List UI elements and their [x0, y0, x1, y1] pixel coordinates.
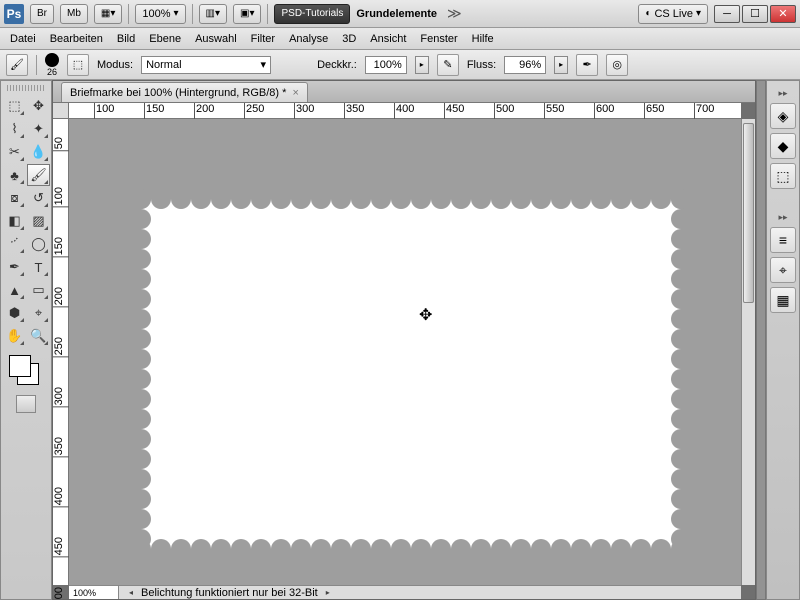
3d-tool[interactable]: ⬢: [3, 302, 26, 324]
menu-filter[interactable]: Filter: [251, 33, 275, 45]
canvas-viewport[interactable]: ✥: [69, 119, 741, 585]
bridge-button[interactable]: Br: [30, 4, 54, 24]
eyedropper-tool[interactable]: 💧: [27, 141, 50, 163]
styles-panel-icon[interactable]: ⌖: [770, 257, 796, 283]
type-tool[interactable]: T: [27, 256, 50, 278]
paths-panel-icon[interactable]: ⬚: [770, 163, 796, 189]
toolbox-grip[interactable]: [7, 85, 45, 91]
brush-tool[interactable]: 🖌: [27, 164, 50, 186]
crop-tool[interactable]: ✂: [3, 141, 26, 163]
document-area: Briefmarke bei 100% (Hintergrund, RGB/8)…: [52, 80, 756, 600]
gradient-tool[interactable]: ▨: [27, 210, 50, 232]
status-bar: 100% ◂ Belichtung funktioniert nur bei 3…: [69, 585, 741, 599]
3dcamera-tool[interactable]: ⌖: [27, 302, 50, 324]
opacity-pressure-toggle[interactable]: ✎: [437, 54, 459, 76]
flow-flyout[interactable]: ▸: [554, 56, 568, 74]
menu-3d[interactable]: 3D: [342, 33, 356, 45]
opacity-flyout[interactable]: ▸: [415, 56, 429, 74]
status-text: Belichtung funktioniert nur bei 32-Bit: [141, 587, 318, 599]
shape-tool[interactable]: ▭: [27, 279, 50, 301]
dock-collapse-button[interactable]: ▸▸: [771, 87, 795, 99]
menu-analyse[interactable]: Analyse: [289, 33, 328, 45]
menu-auswahl[interactable]: Auswahl: [195, 33, 237, 45]
menu-bearbeiten[interactable]: Bearbeiten: [50, 33, 103, 45]
adjustments-panel-icon[interactable]: ≡: [770, 227, 796, 253]
ps-logo-icon: Ps: [4, 4, 24, 24]
wand-tool[interactable]: ✦: [27, 118, 50, 140]
status-left-arrow[interactable]: ◂: [125, 587, 137, 599]
ruler-origin[interactable]: [53, 103, 69, 119]
blend-mode-select[interactable]: Normal▾: [141, 56, 271, 74]
dodge-tool[interactable]: ◯: [27, 233, 50, 255]
brush-preset-picker[interactable]: 26: [45, 53, 59, 77]
menu-bar: Datei Bearbeiten Bild Ebene Auswahl Filt…: [0, 28, 800, 50]
document-tab-title: Briefmarke bei 100% (Hintergrund, RGB/8)…: [70, 87, 286, 99]
dock-collapse-button-2[interactable]: ▸▸: [771, 211, 795, 223]
fg-color-swatch[interactable]: [9, 355, 31, 377]
document-tab-bar: Briefmarke bei 100% (Hintergrund, RGB/8)…: [53, 81, 755, 103]
brush-panel-toggle[interactable]: ⬚: [67, 54, 89, 76]
menu-ansicht[interactable]: Ansicht: [370, 33, 406, 45]
brush-dot-icon: [45, 53, 59, 67]
move-tool[interactable]: ✥: [27, 95, 50, 117]
screen-mode-button[interactable]: ▣▾: [233, 4, 261, 24]
panel-strip[interactable]: [756, 80, 766, 600]
minibridge-button[interactable]: Mb: [60, 4, 88, 24]
menu-ebene[interactable]: Ebene: [149, 33, 181, 45]
mode-label: Modus:: [97, 59, 133, 71]
channels-panel-icon[interactable]: ◆: [770, 133, 796, 159]
zoom-tool[interactable]: 🔍: [27, 325, 50, 347]
lasso-tool[interactable]: ⌇: [3, 118, 26, 140]
pen-tool[interactable]: ✒: [3, 256, 26, 278]
window-close-button[interactable]: ✕: [770, 5, 796, 23]
menu-bild[interactable]: Bild: [117, 33, 135, 45]
color-swatches[interactable]: [3, 353, 49, 389]
workspace-area: ⬚ ✥ ⌇ ✦ ✂ 💧 ♣ 🖌 ⧇ ↺ ◧ ▨ ࿚ ◯ ✒ T ▲ ▭ ⬢ ⌖ …: [0, 80, 800, 600]
status-right-arrow[interactable]: ▸: [322, 587, 334, 599]
window-minimize-button[interactable]: ─: [714, 5, 740, 23]
toolbox: ⬚ ✥ ⌇ ✦ ✂ 💧 ♣ 🖌 ⧇ ↺ ◧ ▨ ࿚ ◯ ✒ T ▲ ▭ ⬢ ⌖ …: [0, 80, 52, 600]
tab-close-icon[interactable]: ×: [292, 87, 298, 99]
flow-input[interactable]: 96%: [504, 56, 546, 74]
vertical-scroll-thumb[interactable]: [743, 123, 754, 303]
zoom-level-dropdown[interactable]: 100% ▾: [135, 4, 185, 24]
airbrush-toggle[interactable]: ✒: [576, 54, 598, 76]
zoom-field[interactable]: 100%: [69, 586, 119, 600]
workspace-active-button[interactable]: PSD-Tutorials: [274, 4, 350, 24]
current-tool-icon[interactable]: 🖌: [6, 54, 28, 76]
layers-panel-icon[interactable]: ◈: [770, 103, 796, 129]
quickmask-toggle[interactable]: [16, 395, 36, 413]
brush-size-label: 26: [47, 67, 57, 77]
menu-fenster[interactable]: Fenster: [420, 33, 457, 45]
arrange-docs-button[interactable]: ▥▾: [199, 4, 227, 24]
flow-label: Fluss:: [467, 59, 496, 71]
vertical-scrollbar[interactable]: [741, 119, 755, 585]
stamp-tool[interactable]: ⧇: [3, 187, 26, 209]
workspace-more-button[interactable]: ≫: [443, 5, 466, 22]
title-bar: Ps Br Mb ▦▾ 100% ▾ ▥▾ ▣▾ PSD-Tutorials G…: [0, 0, 800, 28]
document-tab[interactable]: Briefmarke bei 100% (Hintergrund, RGB/8)…: [61, 82, 308, 102]
canvas-wrap: 100150200250300350400450500550600650700 …: [53, 103, 755, 599]
menu-hilfe[interactable]: Hilfe: [472, 33, 494, 45]
marquee-tool[interactable]: ⬚: [3, 95, 26, 117]
heal-tool[interactable]: ♣: [3, 164, 26, 186]
opacity-input[interactable]: 100%: [365, 56, 407, 74]
workspace-other-button[interactable]: Grundelemente: [356, 8, 437, 20]
history-brush-tool[interactable]: ↺: [27, 187, 50, 209]
horizontal-ruler[interactable]: 100150200250300350400450500550600650700: [69, 103, 741, 119]
menu-datei[interactable]: Datei: [10, 33, 36, 45]
canvas-artwork: [141, 199, 681, 549]
right-dock: ▸▸ ◈ ◆ ⬚ ▸▸ ≡ ⌖ ▦: [766, 80, 800, 600]
options-bar: 🖌 26 ⬚ Modus: Normal▾ Deckkr.: 100% ▸ ✎ …: [0, 50, 800, 80]
opacity-label: Deckkr.:: [317, 59, 357, 71]
view-extras-button[interactable]: ▦▾: [94, 4, 122, 24]
path-select-tool[interactable]: ▲: [3, 279, 26, 301]
tablet-pressure-toggle[interactable]: ◎: [606, 54, 628, 76]
cslive-button[interactable]: ◐ CS Live ▾: [638, 4, 708, 24]
vertical-ruler[interactable]: 50100150200250300350400450500: [53, 119, 69, 585]
blur-tool[interactable]: ࿚: [3, 233, 26, 255]
hand-tool[interactable]: ✋: [3, 325, 26, 347]
swatches-panel-icon[interactable]: ▦: [770, 287, 796, 313]
window-maximize-button[interactable]: ☐: [742, 5, 768, 23]
